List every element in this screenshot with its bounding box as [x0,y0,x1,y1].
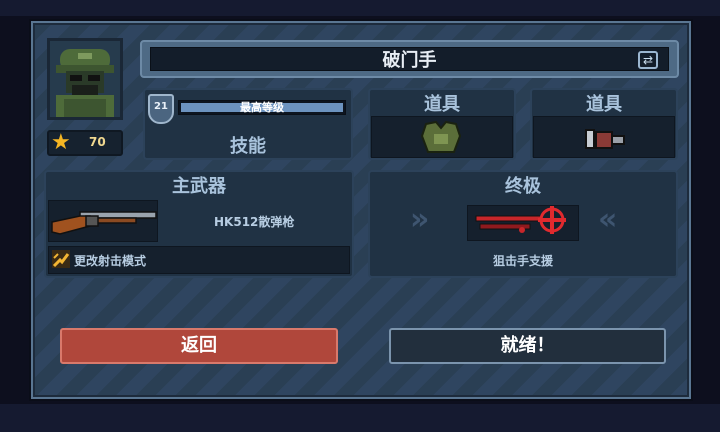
item-slot-2-label: 道具 [586,94,622,115]
sniper-rifle-icon [475,206,566,234]
star-count-box: ★ 70 [47,130,123,156]
soldier-avatar-icon [56,49,114,117]
ammo-clip-icon [585,129,625,149]
ultimate-header: 终极 [505,176,541,197]
fire-mode-icon [52,250,70,268]
star-icon: ★ [51,130,71,155]
swap-class-icon[interactable]: ⇄ [638,51,658,69]
chevron-left-icon: « [598,202,618,237]
skill-label: 技能 [230,136,266,157]
character-portrait [47,38,123,120]
item-slot-1-label: 道具 [424,94,460,115]
class-title-bar: 破门手 ⇄ [140,40,679,78]
background-top [0,0,720,16]
primary-weapon-header: 主武器 [172,176,226,197]
fire-mode-label: 更改射击模式 [74,254,147,268]
back-button[interactable]: 返回 [60,328,338,364]
star-count: 70 [89,135,106,149]
shotgun-icon [51,211,157,235]
chevron-right-icon: » [410,202,430,237]
level-label: 最高等级 [240,101,284,114]
armor-vest-icon [420,120,462,153]
ready-button[interactable]: 就绪！ [389,328,666,364]
level-progress-bar: 最高等级 [178,100,346,115]
primary-weapon-name: HK512散弹枪 [214,215,295,229]
background-bottom [0,404,720,432]
class-title: 破门手 [382,50,437,71]
level-badge: 21 [148,94,174,124]
ultimate-name: 狙击手支援 [492,254,553,268]
